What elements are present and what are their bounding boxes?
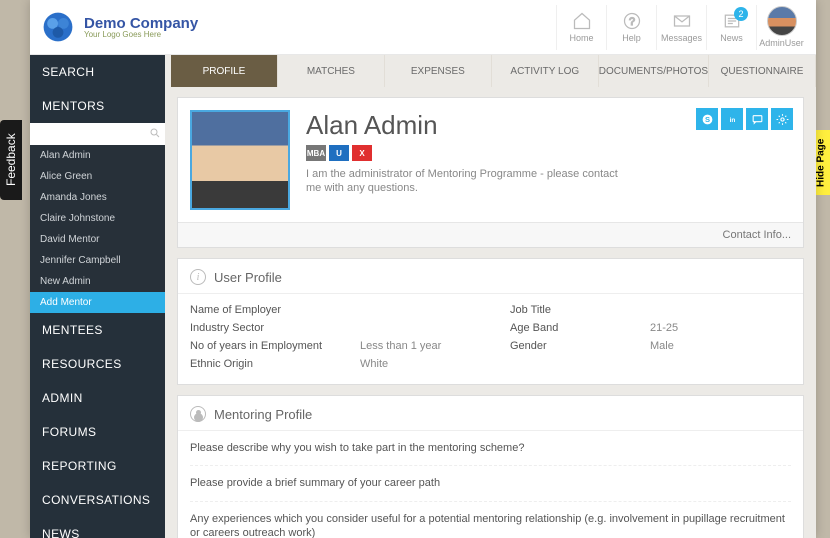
- search-icon: [149, 127, 161, 139]
- ethnic-label: Ethnic Origin: [190, 358, 340, 370]
- nav-help[interactable]: ? Help: [606, 5, 656, 50]
- nav-messages[interactable]: Messages: [656, 5, 706, 50]
- years-label: No of years in Employment: [190, 340, 340, 352]
- home-icon: [572, 11, 592, 31]
- sidebar-mentor-item[interactable]: David Mentor: [30, 229, 165, 250]
- linkedin-icon: in: [726, 113, 739, 126]
- chat-icon: [751, 113, 764, 126]
- nav-news[interactable]: 2 News: [706, 5, 756, 50]
- mentoring-profile-card: Mentoring Profile Please describe why yo…: [177, 395, 804, 538]
- company-name: Demo Company: [84, 16, 198, 31]
- tab-activity-log[interactable]: ACTIVITY LOG: [492, 55, 599, 87]
- user-profile-title: User Profile: [214, 270, 282, 285]
- jobtitle-value: [650, 304, 770, 316]
- tabs: PROFILEMATCHESEXPENSESACTIVITY LOGDOCUME…: [165, 55, 816, 87]
- mentoring-q1: Please describe why you wish to take par…: [190, 431, 791, 466]
- badge-u: U: [329, 145, 349, 161]
- sidebar-mentors[interactable]: MENTORS: [30, 89, 165, 123]
- settings-button[interactable]: [771, 108, 793, 130]
- mentoring-q2: Please provide a brief summary of your c…: [190, 466, 791, 501]
- tab-profile[interactable]: PROFILE: [171, 55, 278, 87]
- tab-questionnaire[interactable]: QUESTIONNAIRE: [709, 55, 816, 87]
- employer-label: Name of Employer: [190, 304, 340, 316]
- profile-name: Alan Admin: [306, 110, 636, 141]
- logo-icon: [40, 9, 76, 45]
- sidebar-resources[interactable]: RESOURCES: [30, 347, 165, 381]
- nav-help-label: Help: [622, 33, 641, 43]
- header: Demo Company Your Logo Goes Here Home ? …: [30, 0, 816, 55]
- mentoring-profile-title: Mentoring Profile: [214, 407, 312, 422]
- jobtitle-label: Job Title: [510, 304, 630, 316]
- svg-text:in: in: [729, 117, 735, 124]
- years-value: Less than 1 year: [360, 340, 490, 352]
- profile-card: Alan Admin MBA U X I am the administrato…: [177, 97, 804, 248]
- badge-mba: MBA: [306, 145, 326, 161]
- badge-x: X: [352, 145, 372, 161]
- industry-label: Industry Sector: [190, 322, 340, 334]
- sidebar-reporting[interactable]: REPORTING: [30, 449, 165, 483]
- person-icon: [190, 406, 206, 422]
- sidebar: SEARCH MENTORS Alan AdminAlice GreenAman…: [30, 55, 165, 538]
- sidebar-news[interactable]: NEWS: [30, 517, 165, 538]
- mentor-filter: [30, 123, 165, 145]
- news-badge: 2: [734, 7, 748, 21]
- gear-icon: [776, 113, 789, 126]
- info-icon: i: [190, 269, 206, 285]
- tab-documents-photos[interactable]: DOCUMENTS/PHOTOS: [599, 55, 709, 87]
- sidebar-mentor-item[interactable]: Claire Johnstone: [30, 208, 165, 229]
- industry-value: [360, 322, 490, 334]
- company-tagline: Your Logo Goes Here: [84, 31, 198, 39]
- profile-description: I am the administrator of Mentoring Prog…: [306, 167, 636, 196]
- mentoring-q3: Any experiences which you consider usefu…: [190, 502, 791, 538]
- sidebar-mentor-item[interactable]: Amanda Jones: [30, 187, 165, 208]
- contact-info-toggle[interactable]: Contact Info...: [178, 222, 803, 247]
- tab-matches[interactable]: MATCHES: [278, 55, 385, 87]
- linkedin-button[interactable]: in: [721, 108, 743, 130]
- tab-expenses[interactable]: EXPENSES: [385, 55, 492, 87]
- mentor-filter-input[interactable]: [30, 123, 165, 145]
- profile-photo[interactable]: [190, 110, 290, 210]
- user-avatar: [767, 6, 797, 36]
- ageband-label: Age Band: [510, 322, 630, 334]
- ethnic-value: White: [360, 358, 490, 370]
- nav-home-label: Home: [569, 33, 593, 43]
- nav-home[interactable]: Home: [556, 5, 606, 50]
- skype-button[interactable]: S: [696, 108, 718, 130]
- user-profile-card: i User Profile Name of Employer Job Title…: [177, 258, 804, 385]
- sidebar-search[interactable]: SEARCH: [30, 55, 165, 89]
- mail-icon: [672, 11, 692, 31]
- logo[interactable]: Demo Company Your Logo Goes Here: [40, 9, 198, 45]
- nav-user-label: AdminUser: [759, 38, 804, 48]
- sidebar-add-mentor[interactable]: Add Mentor: [30, 292, 165, 313]
- sidebar-mentor-item[interactable]: New Admin: [30, 271, 165, 292]
- ageband-value: 21-25: [650, 322, 770, 334]
- sidebar-forums[interactable]: FORUMS: [30, 415, 165, 449]
- gender-value: Male: [650, 340, 770, 352]
- main-panel: PROFILEMATCHESEXPENSESACTIVITY LOGDOCUME…: [165, 55, 816, 538]
- app-window: Demo Company Your Logo Goes Here Home ? …: [30, 0, 816, 538]
- employer-value: [360, 304, 490, 316]
- gender-label: Gender: [510, 340, 630, 352]
- svg-text:S: S: [704, 115, 709, 124]
- sidebar-admin[interactable]: ADMIN: [30, 381, 165, 415]
- svg-text:?: ?: [628, 16, 634, 28]
- sidebar-conversations[interactable]: CONVERSATIONS: [30, 483, 165, 517]
- nav-messages-label: Messages: [661, 33, 702, 43]
- sidebar-mentees[interactable]: MENTEES: [30, 313, 165, 347]
- feedback-tab[interactable]: Feedback: [0, 120, 22, 200]
- nav-user[interactable]: AdminUser: [756, 5, 806, 50]
- sidebar-mentor-item[interactable]: Jennifer Campbell: [30, 250, 165, 271]
- sidebar-mentor-item[interactable]: Alan Admin: [30, 145, 165, 166]
- sidebar-mentor-item[interactable]: Alice Green: [30, 166, 165, 187]
- skype-icon: S: [701, 113, 714, 126]
- nav-news-label: News: [720, 33, 743, 43]
- help-icon: ?: [622, 11, 642, 31]
- chat-button[interactable]: [746, 108, 768, 130]
